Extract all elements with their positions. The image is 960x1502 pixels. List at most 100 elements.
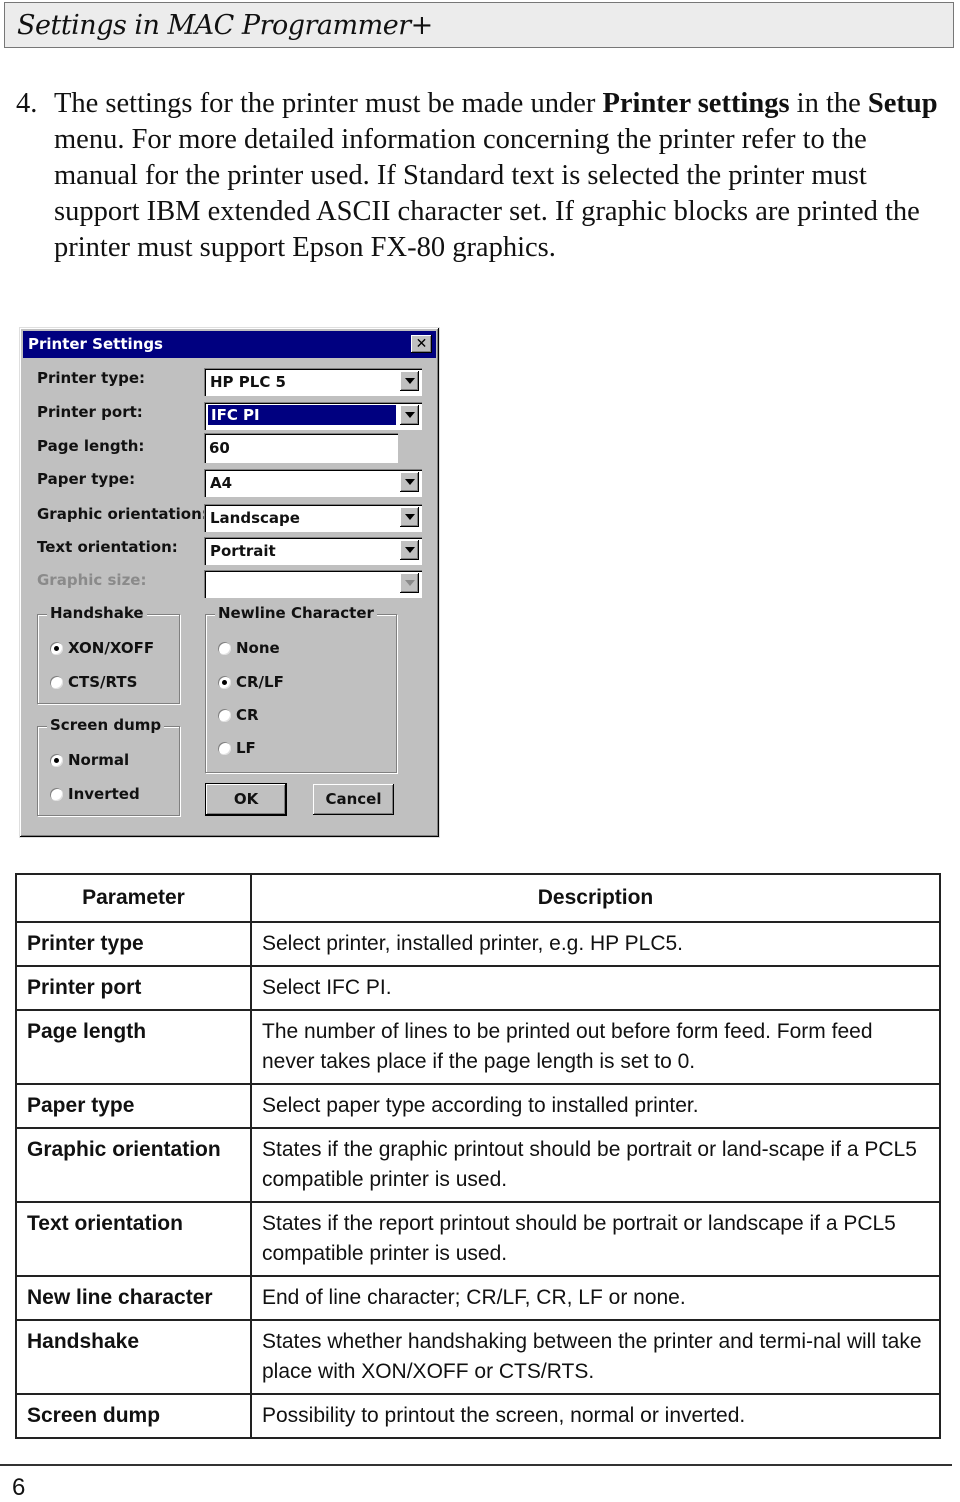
param-cell: Screen dump xyxy=(15,1393,252,1439)
chevron-down-icon[interactable] xyxy=(400,371,419,391)
table-row: Printer type Select printer, installed pr… xyxy=(15,921,941,967)
table-row: Handshake States whether handshaking betw… xyxy=(15,1319,941,1395)
close-button[interactable]: ✕ xyxy=(411,335,432,353)
desc-cell: Select IFC PI. xyxy=(250,965,941,1011)
text-orientation-label: Text orientation: xyxy=(37,538,178,556)
graphic-size-select xyxy=(204,570,422,598)
table-row: Screen dump Possibility to printout the s… xyxy=(15,1393,941,1439)
newline-title: Newline Character xyxy=(215,604,377,622)
chevron-down-icon[interactable] xyxy=(400,540,419,560)
desc-cell: States whether handshaking between the p… xyxy=(250,1319,941,1395)
radio-unchecked-icon[interactable] xyxy=(218,641,231,655)
param-cell: New line character xyxy=(15,1275,252,1321)
graphic-orientation-value: Landscape xyxy=(210,509,300,527)
graphic-orientation-label: Graphic orientation: xyxy=(37,505,208,523)
param-cell: Page length xyxy=(15,1009,252,1085)
text-part: menu. For more detailed information conc… xyxy=(54,124,920,263)
printer-type-label: Printer type: xyxy=(37,369,146,387)
dialog-title: Printer Settings xyxy=(28,335,163,353)
param-cell: Printer type xyxy=(15,921,252,967)
radio-unchecked-icon[interactable] xyxy=(50,787,63,801)
cancel-button[interactable]: Cancel xyxy=(313,784,394,815)
text-part: The settings for the printer must be mad… xyxy=(54,88,603,119)
page-length-input[interactable]: 60 xyxy=(204,433,398,463)
screen-dump-group: Screen dump Normal Inverted xyxy=(37,716,180,816)
radio-unchecked-icon[interactable] xyxy=(218,708,231,722)
radio-label: CTS/RTS xyxy=(68,673,138,691)
param-cell: Paper type xyxy=(15,1083,252,1129)
printer-port-label: Printer port: xyxy=(37,403,143,421)
radio-cts-rts[interactable]: CTS/RTS xyxy=(50,673,137,691)
radio-cr-lf[interactable]: CR/LF xyxy=(218,673,284,691)
desc-cell: Possibility to printout the screen, norm… xyxy=(250,1393,941,1439)
radio-lf[interactable]: LF xyxy=(218,739,256,757)
printer-settings-dialog: Printer Settings ✕ Printer type: HP PLC … xyxy=(19,327,440,838)
desc-cell: Select printer, installed printer, e.g. … xyxy=(250,921,941,967)
step-text: The settings for the printer must be mad… xyxy=(54,86,946,266)
column-header-parameter: Parameter xyxy=(15,873,252,923)
radio-checked-icon[interactable] xyxy=(50,753,63,767)
table-row: Graphic orientation States if the graphic… xyxy=(15,1127,941,1203)
dialog-titlebar[interactable]: Printer Settings ✕ xyxy=(23,331,436,358)
printer-type-select[interactable]: HP PLC 5 xyxy=(204,368,422,396)
radio-unchecked-icon[interactable] xyxy=(218,741,231,755)
radio-label: LF xyxy=(236,739,256,757)
printer-port-select[interactable]: IFC PI xyxy=(204,402,422,430)
chevron-down-icon[interactable] xyxy=(400,507,419,527)
table-row: Printer port Select IFC PI. xyxy=(15,965,941,1011)
param-cell: Text orientation xyxy=(15,1201,252,1277)
table-row: Page length The number of lines to be pri… xyxy=(15,1009,941,1085)
radio-checked-icon[interactable] xyxy=(218,675,231,689)
paper-type-select[interactable]: A4 xyxy=(204,469,422,497)
printer-port-value: IFC PI xyxy=(207,404,397,426)
graphic-size-label: Graphic size: xyxy=(37,571,147,589)
printer-settings-term: Printer settings xyxy=(602,88,790,119)
radio-none[interactable]: None xyxy=(218,639,280,657)
desc-cell: The number of lines to be printed out be… xyxy=(250,1009,941,1085)
radio-label: Normal xyxy=(68,751,130,769)
footer-rule xyxy=(0,1464,952,1466)
header-title: Settings in MAC Programmer+ xyxy=(17,10,433,41)
radio-xon-xoff[interactable]: XON/XOFF xyxy=(50,639,154,657)
graphic-orientation-select[interactable]: Landscape xyxy=(204,504,422,532)
setup-term: Setup xyxy=(867,88,938,119)
param-cell: Graphic orientation xyxy=(15,1127,252,1203)
desc-cell: States if the graphic printout should be… xyxy=(250,1127,941,1203)
radio-label: XON/XOFF xyxy=(68,639,155,657)
text-part: in the xyxy=(789,88,868,119)
page-number: 6 xyxy=(12,1474,26,1501)
step-number: 4. xyxy=(16,88,38,119)
handshake-group: Handshake XON/XOFF CTS/RTS xyxy=(37,604,180,704)
desc-cell: End of line character; CR/LF, CR, LF or … xyxy=(250,1275,941,1321)
table-row: Text orientation States if the report pri… xyxy=(15,1201,941,1277)
radio-unchecked-icon[interactable] xyxy=(50,675,63,689)
newline-character-group: Newline Character None CR/LF CR LF xyxy=(205,604,397,773)
column-header-description: Description xyxy=(250,873,941,923)
close-icon: ✕ xyxy=(415,336,428,352)
radio-label: Inverted xyxy=(68,785,140,803)
radio-label: None xyxy=(236,639,280,657)
radio-label: CR xyxy=(236,706,259,724)
paper-type-value: A4 xyxy=(210,474,233,492)
chevron-down-icon[interactable] xyxy=(400,472,419,492)
radio-normal[interactable]: Normal xyxy=(50,751,129,769)
radio-cr[interactable]: CR xyxy=(218,706,259,724)
chevron-down-icon xyxy=(400,573,419,593)
parameter-table: Parameter Description Printer type Select… xyxy=(15,873,941,1439)
page-header: Settings in MAC Programmer+ xyxy=(4,2,954,48)
intro-paragraph: 4. The settings for the printer must be … xyxy=(16,86,946,266)
radio-checked-icon[interactable] xyxy=(50,641,63,655)
paper-type-label: Paper type: xyxy=(37,470,136,488)
param-cell: Printer port xyxy=(15,965,252,1011)
chevron-down-icon[interactable] xyxy=(400,405,419,425)
screen-dump-title: Screen dump xyxy=(47,716,165,734)
text-orientation-value: Portrait xyxy=(210,542,276,560)
page-length-label: Page length: xyxy=(37,437,145,455)
text-orientation-select[interactable]: Portrait xyxy=(204,537,422,565)
ok-button[interactable]: OK xyxy=(205,783,287,816)
radio-inverted[interactable]: Inverted xyxy=(50,785,140,803)
table-row: Paper type Select paper type according to… xyxy=(15,1083,941,1129)
desc-cell: Select paper type according to installed… xyxy=(250,1083,941,1129)
table-header-row: Parameter Description xyxy=(15,873,941,923)
param-cell: Handshake xyxy=(15,1319,252,1395)
